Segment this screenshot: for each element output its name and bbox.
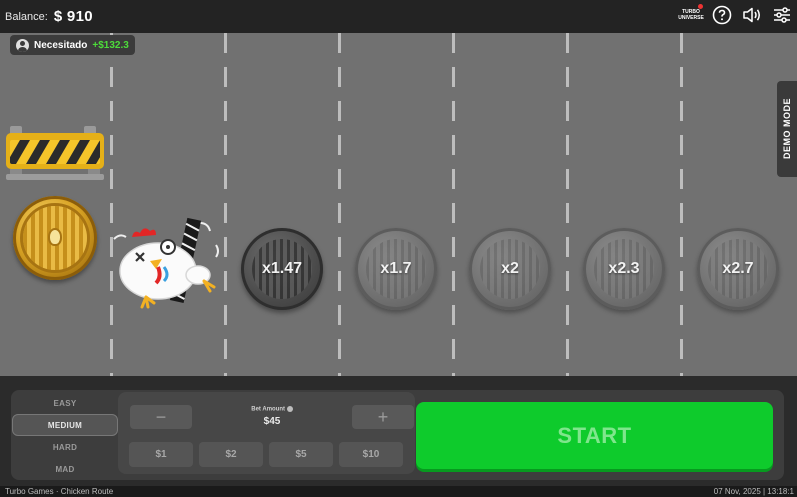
player-name: Necesitado <box>34 39 88 51</box>
chicken-icon <box>113 217 219 309</box>
manhole-cover[interactable]: x2.3 <box>583 228 665 310</box>
manhole-cover[interactable]: x2.7 <box>697 228 779 310</box>
balance-label: Balance: <box>5 10 48 23</box>
difficulty-hard[interactable]: HARD <box>12 436 118 458</box>
difficulty-easy[interactable]: EASY <box>12 392 118 414</box>
lane-divider <box>224 33 227 376</box>
last-win-pill: Necesitado +$132.3 <box>10 35 135 55</box>
lane-divider <box>566 33 569 376</box>
start-button[interactable]: START <box>416 402 773 469</box>
manhole-cover[interactable]: x1.47 <box>241 228 323 310</box>
player-win: +$132.3 <box>92 39 129 51</box>
multiplier-label: x2 <box>501 260 519 277</box>
balance-value: $ 910 <box>53 8 93 25</box>
lane-divider <box>338 33 341 376</box>
egg-icon <box>48 228 62 246</box>
help-icon[interactable] <box>711 4 733 26</box>
start-golden-manhole <box>13 196 97 280</box>
manhole-cover[interactable]: x1.7 <box>355 228 437 310</box>
quick-bet-chip[interactable]: $5 <box>269 442 333 467</box>
footer-game-name: Turbo Games · Chicken Route <box>5 487 114 496</box>
lane-divider <box>452 33 455 376</box>
bet-amount-value[interactable]: $45 <box>244 416 300 427</box>
multiplier-label: x2.3 <box>608 260 640 277</box>
user-avatar-icon <box>16 38 29 52</box>
footer: Turbo Games · Chicken Route 07 Nov, 2025… <box>0 486 797 497</box>
footer-timestamp: 07 Nov, 2025 | 13:18:1 <box>713 487 794 496</box>
bet-increase-button[interactable]: + <box>352 405 414 429</box>
sound-icon[interactable] <box>741 4 763 26</box>
lane-divider <box>680 33 683 376</box>
info-icon[interactable] <box>286 406 293 412</box>
quick-bet-chip[interactable]: $2 <box>199 442 263 467</box>
turbo-universe-logo[interactable]: TURBO UNIVERSE <box>678 4 704 26</box>
barrier-icon <box>6 126 104 180</box>
game-app: Balance: $ 910 TURBO UNIVERSE Necesitado… <box>0 0 797 497</box>
lane-divider <box>110 33 113 376</box>
road: Necesitado +$132.3 DEMO MODE <box>0 33 797 376</box>
brand-line2: UNIVERSE <box>678 15 704 21</box>
top-bar: Balance: $ 910 TURBO UNIVERSE <box>0 0 797 33</box>
bet-amount-label: Bet Amount <box>244 406 300 413</box>
top-icons: TURBO UNIVERSE <box>678 4 793 26</box>
bet-decrease-button[interactable]: − <box>130 405 192 429</box>
multiplier-label: x1.7 <box>380 260 412 277</box>
manhole-cover[interactable]: x2 <box>469 228 551 310</box>
quick-bet-chip[interactable]: $1 <box>129 442 193 467</box>
quick-bet-chip[interactable]: $10 <box>339 442 403 467</box>
multiplier-label: x2.7 <box>722 260 754 277</box>
demo-mode-label: DEMO MODE <box>782 98 792 160</box>
difficulty-selector: EASY MEDIUM HARD MAD <box>12 392 118 480</box>
difficulty-medium[interactable]: MEDIUM <box>12 414 118 436</box>
difficulty-mad[interactable]: MAD <box>12 458 118 480</box>
multiplier-label: x1.47 <box>261 260 303 277</box>
bet-area: − Bet Amount $45 + $1 $2 $5 $10 <box>118 392 415 474</box>
demo-mode-tab[interactable]: DEMO MODE <box>777 81 797 177</box>
settings-sliders-icon[interactable] <box>771 4 793 26</box>
